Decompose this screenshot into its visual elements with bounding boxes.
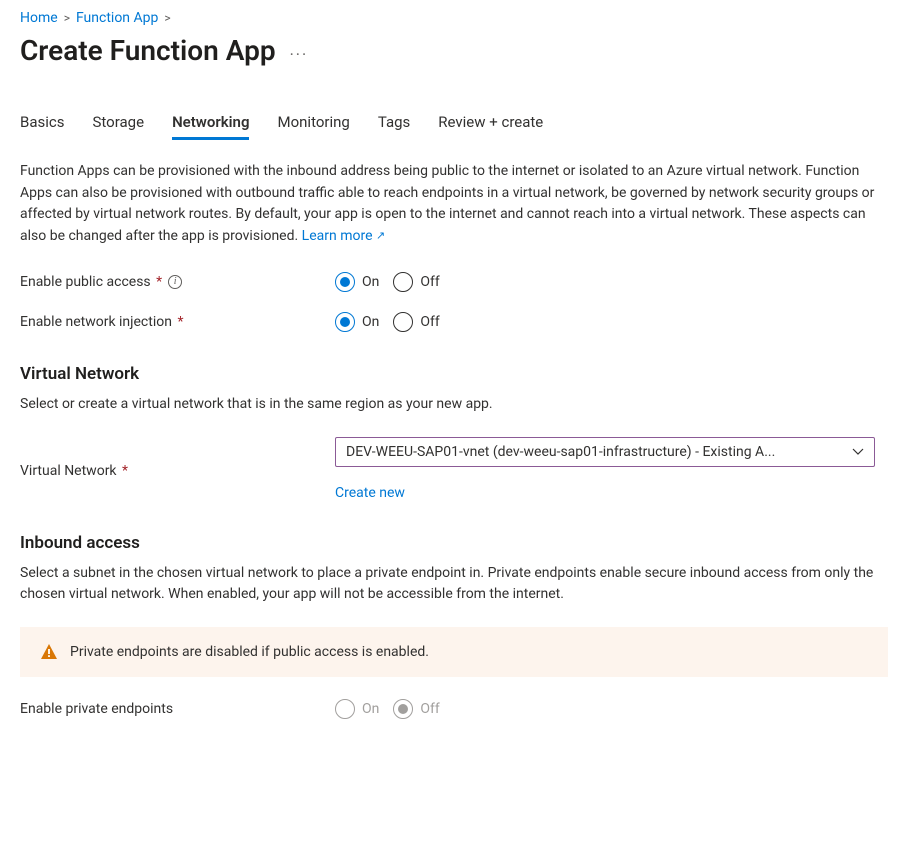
enable-network-injection-label: Enable network injection * [20,314,183,330]
tab-monitoring[interactable]: Monitoring [277,107,349,140]
warning-banner: Private endpoints are disabled if public… [20,627,888,677]
private-endpoints-on-radio: On [335,699,379,719]
breadcrumb-separator: > [64,11,70,25]
virtual-network-label: Virtual Network * [20,463,128,479]
radio-icon [393,699,413,719]
virtual-network-section-desc: Select or create a virtual network that … [20,394,888,415]
radio-label: Off [420,314,439,330]
network-injection-on-radio[interactable]: On [335,312,379,332]
warning-text: Private endpoints are disabled if public… [70,644,429,660]
radio-icon [335,699,355,719]
radio-label: Off [420,274,439,290]
page-title: Create Function App [20,34,276,67]
tab-basics[interactable]: Basics [20,107,65,140]
radio-icon [335,272,355,292]
breadcrumb-function-app[interactable]: Function App [76,10,158,26]
tabs: Basics Storage Networking Monitoring Tag… [20,107,888,141]
more-actions-button[interactable]: ··· [290,37,309,64]
public-access-off-radio[interactable]: Off [393,272,439,292]
tab-review-create[interactable]: Review + create [438,107,543,140]
public-access-on-radio[interactable]: On [335,272,379,292]
radio-icon [335,312,355,332]
enable-public-access-label: Enable public access * [20,274,162,290]
breadcrumb-separator: > [164,11,170,25]
warning-icon [40,643,58,661]
description-text: Function Apps can be provisioned with th… [20,163,874,244]
radio-label: On [362,701,379,717]
external-link-icon: ↗ [376,229,385,242]
radio-icon [393,312,413,332]
tab-storage[interactable]: Storage [93,107,145,140]
virtual-network-section-header: Virtual Network [20,364,888,384]
radio-label: On [362,314,379,330]
info-icon[interactable]: i [168,275,182,289]
radio-label: Off [420,701,439,717]
radio-label: On [362,274,379,290]
learn-more-link[interactable]: Learn more ↗ [302,228,386,244]
private-endpoints-off-radio: Off [393,699,439,719]
tab-tags[interactable]: Tags [378,107,410,140]
inbound-access-section-desc: Select a subnet in the chosen virtual ne… [20,563,888,605]
virtual-network-dropdown[interactable]: DEV-WEEU-SAP01-vnet (dev-weeu-sap01-infr… [335,437,875,467]
radio-icon [393,272,413,292]
tab-networking[interactable]: Networking [172,107,249,140]
create-new-link[interactable]: Create new [335,485,405,501]
enable-private-endpoints-label: Enable private endpoints [20,701,173,717]
breadcrumb: Home > Function App > [20,10,888,26]
breadcrumb-home[interactable]: Home [20,10,58,26]
dropdown-value: DEV-WEEU-SAP01-vnet (dev-weeu-sap01-infr… [346,444,844,460]
network-injection-off-radio[interactable]: Off [393,312,439,332]
networking-description: Function Apps can be provisioned with th… [20,161,888,248]
chevron-down-icon [852,444,864,460]
inbound-access-section-header: Inbound access [20,533,888,553]
learn-more-text: Learn more [302,228,373,244]
